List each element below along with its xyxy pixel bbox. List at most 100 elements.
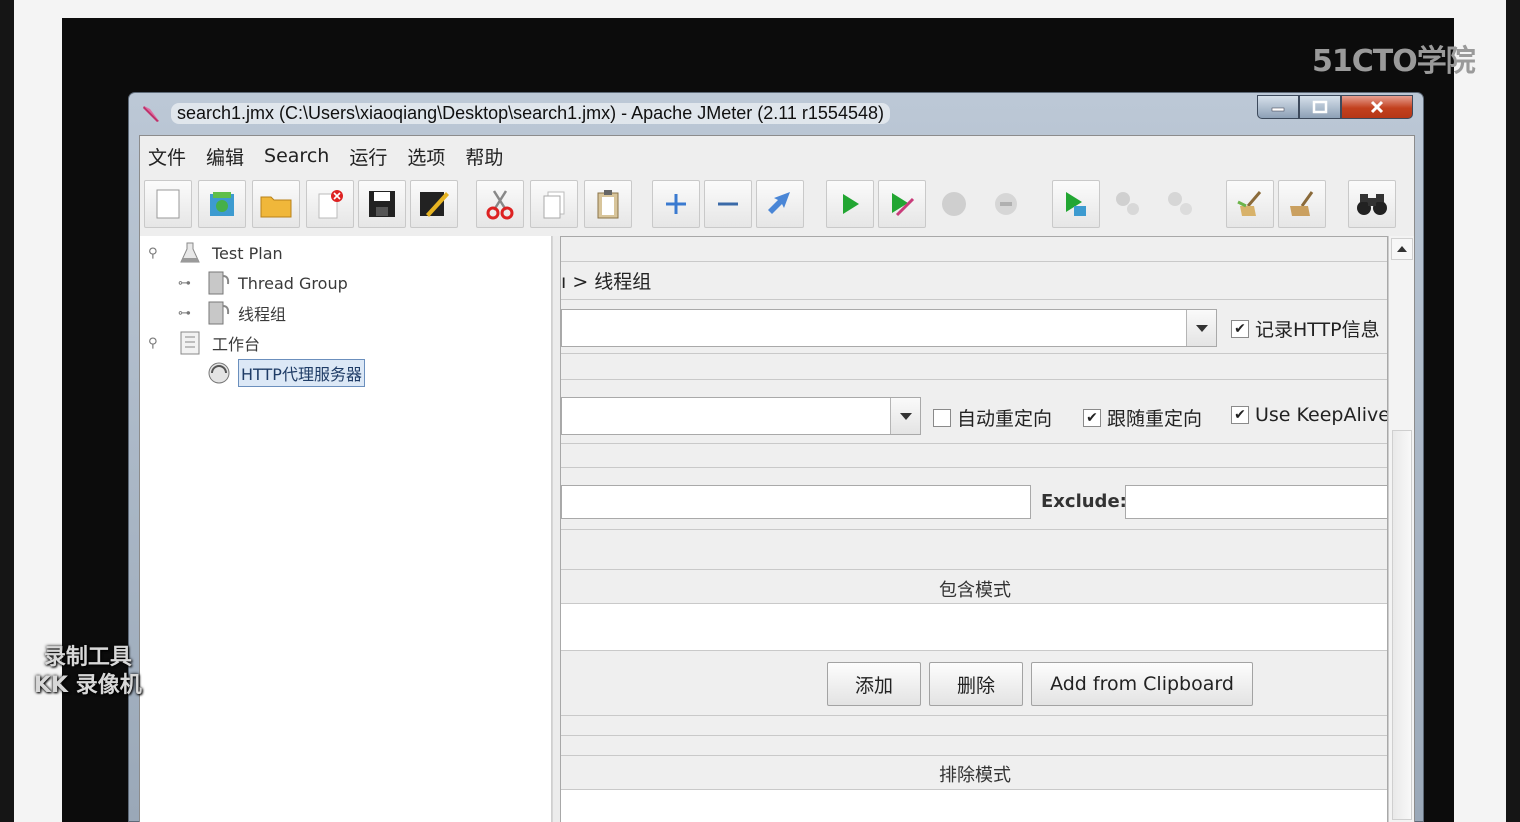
record-http-option[interactable]: ✔ 记录HTTP信息 xyxy=(1231,315,1380,342)
menu-options[interactable]: 选项 xyxy=(407,143,445,170)
tree-expander-icon[interactable]: ⚲ xyxy=(148,246,170,261)
follow-redirect-option[interactable]: ✔ 跟随重定向 xyxy=(1083,404,1202,431)
record-http-checkbox[interactable]: ✔ xyxy=(1231,319,1249,338)
follow-redirect-checkbox[interactable]: ✔ xyxy=(1083,408,1101,427)
collapse-button[interactable] xyxy=(704,180,752,228)
close-plan-icon xyxy=(318,190,343,219)
keepalive-checkbox[interactable]: ✔ xyxy=(1231,406,1249,424)
window-title: search1.jmx (C:\Users\xiaoqiang\Desktop\… xyxy=(171,103,890,124)
remote-stop-icon xyxy=(1116,192,1139,215)
cut-button[interactable] xyxy=(476,180,524,228)
tree-expander-icon[interactable]: ⊶ xyxy=(178,306,200,321)
open-button[interactable] xyxy=(252,180,300,228)
minimize-icon xyxy=(1271,107,1285,112)
paste-icon xyxy=(597,190,619,219)
divider xyxy=(561,443,1387,444)
minimize-button[interactable] xyxy=(1257,95,1299,119)
auto-redirect-checkbox[interactable] xyxy=(933,408,951,427)
clear-all-button[interactable] xyxy=(1278,180,1326,228)
include-patterns-title: 包含模式 xyxy=(939,580,1011,601)
test-plan-tree: ⚲ Test Plan ⊶ Thread Group ⊶ 线程组 ⚲ 工作台 H… xyxy=(140,236,552,822)
tree-item-label: Test Plan xyxy=(212,243,283,263)
stop-icon xyxy=(942,192,966,216)
workbench-icon xyxy=(180,331,200,355)
panel-splitter[interactable] xyxy=(552,236,560,822)
exclude-patterns-table[interactable] xyxy=(561,790,1387,822)
tree-item-http-proxy[interactable]: HTTP代理服务器 xyxy=(140,358,551,388)
proxy-settings-panel: ı > 线程组 ✔ 记录HTTP信息 自动重定向 ✔ 跟随重定向 ✔ Use Keep… xyxy=(560,236,1388,822)
save-icon xyxy=(369,191,395,217)
divider xyxy=(561,650,1387,651)
http-implementation-select[interactable] xyxy=(561,397,921,435)
remote-stop-button[interactable] xyxy=(1104,180,1152,228)
maximize-button[interactable] xyxy=(1299,95,1341,119)
expand-button[interactable] xyxy=(652,180,700,228)
add-from-clipboard-button[interactable]: Add from Clipboard xyxy=(1031,662,1253,706)
spool-icon xyxy=(208,301,230,325)
dropdown-button[interactable] xyxy=(890,398,920,434)
menu-edit[interactable]: 编辑 xyxy=(206,143,244,170)
remote-shutdown-button[interactable] xyxy=(1156,180,1204,228)
start-button[interactable] xyxy=(826,180,874,228)
jmeter-feather-icon xyxy=(143,106,159,122)
start-no-pauses-button[interactable] xyxy=(878,180,926,228)
shutdown-button[interactable] xyxy=(982,180,1030,228)
recorder-watermark-line2: KK 录像机 xyxy=(34,673,142,698)
tree-item-workbench[interactable]: ⚲ 工作台 xyxy=(140,328,551,358)
tree-item-thread-group[interactable]: ⊶ Thread Group xyxy=(140,268,551,298)
tree-item-test-plan[interactable]: ⚲ Test Plan xyxy=(140,238,551,268)
remote-shutdown-icon xyxy=(1168,192,1192,215)
content-type-exclude-field[interactable] xyxy=(1125,485,1387,519)
new-icon xyxy=(156,189,180,219)
paste-button[interactable] xyxy=(584,180,632,228)
content-type-include-field[interactable] xyxy=(561,485,1031,519)
scroll-up-button[interactable] xyxy=(1391,238,1413,260)
include-patterns-table[interactable] xyxy=(561,604,1387,650)
flask-icon xyxy=(180,242,200,263)
add-button[interactable]: 添加 xyxy=(827,662,921,706)
chevron-up-icon xyxy=(1397,246,1407,252)
brand-watermark: 51CTO学院 xyxy=(1312,44,1476,79)
collapse-icon xyxy=(718,202,738,206)
title-bar[interactable]: search1.jmx (C:\Users\xiaoqiang\Desktop\… xyxy=(129,93,1423,135)
vertical-scrollbar[interactable] xyxy=(1388,236,1414,822)
copy-button[interactable] xyxy=(530,180,578,228)
keepalive-option[interactable]: ✔ Use KeepAlive xyxy=(1231,404,1387,426)
menu-run[interactable]: 运行 xyxy=(349,143,387,170)
remote-start-button[interactable] xyxy=(1052,180,1100,228)
toggle-button[interactable] xyxy=(756,180,804,228)
tree-item-thread-group-cn[interactable]: ⊶ 线程组 xyxy=(140,298,551,328)
auto-redirect-label: 自动重定向 xyxy=(957,408,1053,430)
remote-start-icon xyxy=(1066,192,1086,216)
toggle-icon xyxy=(768,192,790,214)
grouping-select[interactable] xyxy=(561,309,1217,347)
toolbar xyxy=(140,176,1414,232)
menu-file[interactable]: 文件 xyxy=(148,143,186,170)
tree-item-label: 线程组 xyxy=(238,305,287,324)
delete-button[interactable]: 删除 xyxy=(929,662,1023,706)
auto-redirect-option[interactable]: 自动重定向 xyxy=(933,404,1052,431)
menu-help[interactable]: 帮助 xyxy=(465,143,503,170)
save-button[interactable] xyxy=(358,180,406,228)
close-button[interactable] xyxy=(1341,95,1413,119)
divider xyxy=(561,529,1387,530)
clear-button[interactable] xyxy=(1226,180,1274,228)
chevron-down-icon xyxy=(1195,325,1208,332)
dropdown-button[interactable] xyxy=(1186,310,1216,346)
divider xyxy=(561,569,1387,570)
stop-button[interactable] xyxy=(930,180,978,228)
close-plan-button[interactable] xyxy=(306,180,354,228)
divider xyxy=(561,353,1387,354)
video-frame-right xyxy=(1506,0,1520,822)
tree-expander-icon[interactable]: ⊶ xyxy=(178,276,200,291)
save-as-button[interactable] xyxy=(410,180,458,228)
scroll-thumb[interactable] xyxy=(1392,430,1412,820)
start-icon xyxy=(843,194,859,214)
tree-expander-icon[interactable]: ⚲ xyxy=(148,336,170,351)
new-button[interactable] xyxy=(144,180,192,228)
menu-search[interactable]: Search xyxy=(264,145,329,167)
search-button[interactable] xyxy=(1348,180,1396,228)
templates-button[interactable] xyxy=(198,180,246,228)
divider xyxy=(561,379,1387,380)
record-http-label: 记录HTTP信息 xyxy=(1255,319,1380,341)
